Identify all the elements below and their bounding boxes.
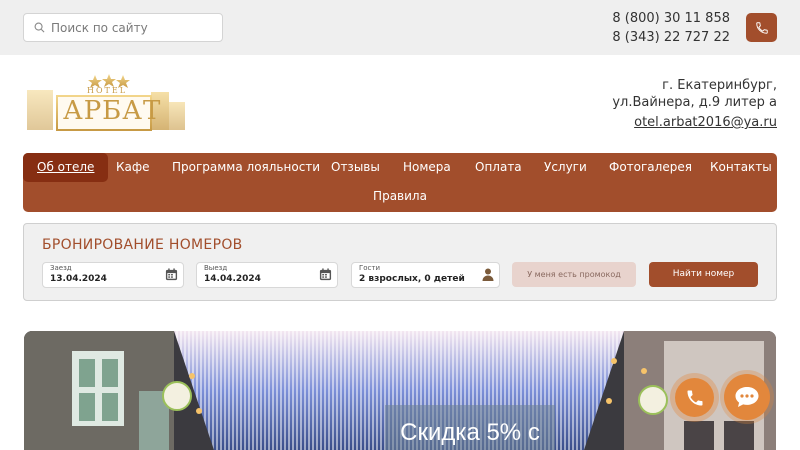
nav-item-services[interactable]: Услуги bbox=[544, 153, 587, 182]
phone-2[interactable]: 8 (343) 22 727 22 bbox=[612, 28, 730, 47]
booking-title: БРОНИРОВАНИЕ НОМЕРОВ bbox=[42, 237, 243, 253]
floating-call-button[interactable] bbox=[675, 378, 714, 417]
person-icon bbox=[482, 268, 494, 281]
phone-numbers: 8 (800) 30 11 858 8 (343) 22 727 22 bbox=[612, 9, 730, 47]
nav-item-gallery[interactable]: Фотогалерея bbox=[609, 153, 692, 182]
nav-item-rooms[interactable]: Номера bbox=[403, 153, 451, 182]
guests-label: Гости bbox=[359, 264, 381, 272]
find-room-button[interactable]: Найти номер bbox=[649, 262, 758, 287]
city-emblem-icon bbox=[162, 381, 192, 411]
calendar-icon bbox=[165, 268, 178, 281]
call-button[interactable] bbox=[746, 13, 777, 42]
phone-1[interactable]: 8 (800) 30 11 858 bbox=[612, 9, 730, 28]
guests-field[interactable]: Гости 2 взрослых, 0 детей bbox=[351, 262, 500, 288]
nav-item-contacts[interactable]: Контакты bbox=[710, 153, 772, 182]
nav-item-reviews[interactable]: Отзывы bbox=[331, 153, 380, 182]
hero-title: Скидка 5% с bbox=[385, 405, 555, 450]
checkout-label: Выезд bbox=[204, 264, 228, 272]
checkout-field[interactable]: Выезд 14.04.2024 bbox=[196, 262, 338, 288]
email-link[interactable]: otel.arbat2016@ya.ru bbox=[634, 114, 777, 131]
nav-item-about[interactable]: Об отеле bbox=[23, 153, 109, 182]
address-street: ул.Вайнера, д.9 литер а bbox=[612, 95, 777, 110]
nav-item-rules[interactable]: Правила bbox=[373, 182, 427, 211]
promo-code-button[interactable]: У меня есть промокод bbox=[512, 262, 636, 287]
nav-item-loyalty[interactable]: Программа лояльности bbox=[172, 153, 320, 182]
search-box[interactable] bbox=[23, 13, 223, 42]
city-emblem-icon bbox=[638, 385, 668, 415]
logo-main-text: АРБАТ bbox=[63, 96, 162, 126]
logo-hotel-text: HOTEL bbox=[87, 86, 128, 95]
checkin-value: 13.04.2024 bbox=[50, 274, 107, 284]
phone-icon bbox=[755, 21, 768, 34]
search-icon bbox=[34, 22, 45, 33]
calendar-icon bbox=[319, 268, 332, 281]
booking-widget: БРОНИРОВАНИЕ НОМЕРОВ Заезд 13.04.2024 Вы… bbox=[23, 223, 777, 301]
checkout-value: 14.04.2024 bbox=[204, 274, 261, 284]
nav-item-cafe[interactable]: Кафе bbox=[116, 153, 150, 182]
address-city: г. Екатеринбург, bbox=[662, 78, 777, 93]
top-bar: 8 (800) 30 11 858 8 (343) 22 727 22 bbox=[0, 0, 800, 55]
checkin-label: Заезд bbox=[50, 264, 72, 272]
chat-icon bbox=[735, 387, 759, 407]
checkin-field[interactable]: Заезд 13.04.2024 bbox=[42, 262, 184, 288]
search-input[interactable] bbox=[51, 20, 211, 35]
main-nav: Об отеле Кафе Программа лояльности Отзыв… bbox=[23, 153, 777, 212]
guests-value: 2 взрослых, 0 детей bbox=[359, 274, 465, 284]
address-block: г. Екатеринбург, ул.Вайнера, д.9 литер а… bbox=[612, 77, 777, 131]
hotel-logo[interactable]: HOTEL АРБАТ bbox=[23, 72, 195, 138]
nav-item-payment[interactable]: Оплата bbox=[475, 153, 522, 182]
floating-chat-button[interactable] bbox=[724, 374, 770, 420]
phone-icon bbox=[687, 390, 702, 405]
